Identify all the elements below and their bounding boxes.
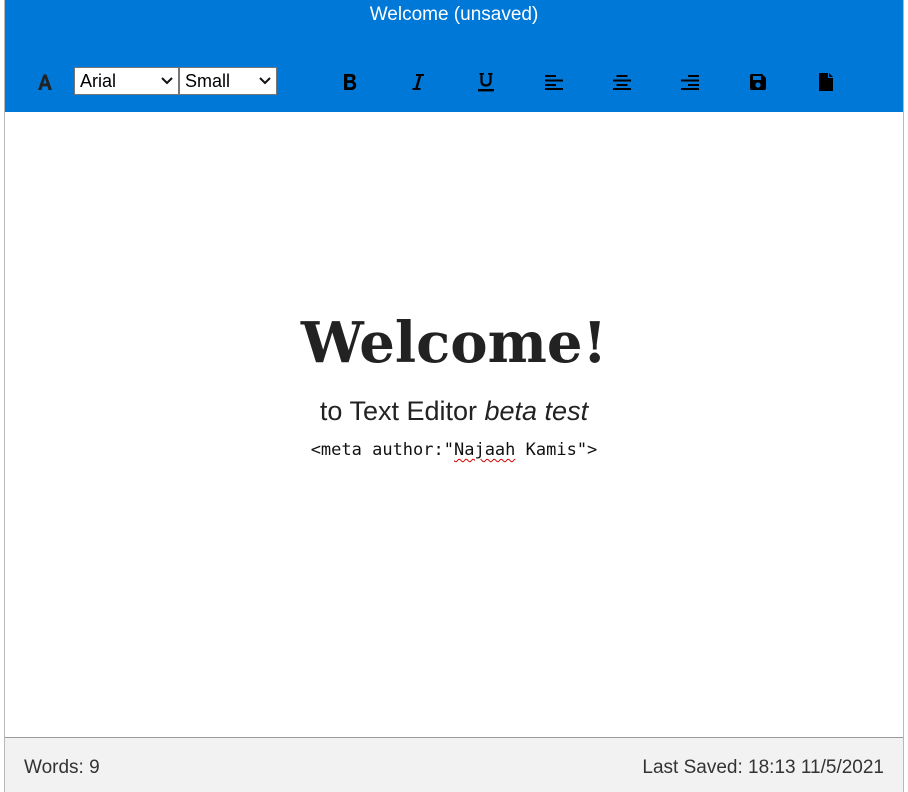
font-color-icon[interactable] xyxy=(30,66,60,98)
subtitle-text: to Text Editor xyxy=(319,396,485,426)
italic-icon xyxy=(412,74,424,90)
chevron-down-icon xyxy=(161,77,173,85)
formatting-toolbar: Arial Small xyxy=(5,66,903,98)
align-center-button[interactable] xyxy=(607,66,637,98)
document-subtitle: to Text Editor beta test xyxy=(5,394,903,428)
font-size-select[interactable]: Small xyxy=(179,67,277,95)
save-icon xyxy=(750,74,766,90)
bold-button[interactable] xyxy=(335,66,365,98)
new-file-button[interactable] xyxy=(811,66,841,98)
word-count: Words: 9 xyxy=(24,757,100,778)
editor-window: Welcome (unsaved) Arial Small Welcome! t… xyxy=(4,0,904,792)
align-center-icon xyxy=(613,75,631,90)
underline-button[interactable] xyxy=(471,66,501,98)
font-family-value: Arial xyxy=(80,71,117,91)
document-meta-line: <meta author:"Najaah Kamis"> xyxy=(5,438,903,462)
subtitle-italic-text: beta test xyxy=(484,396,589,426)
underline-icon xyxy=(478,73,494,92)
window-title: Welcome (unsaved) xyxy=(369,4,539,25)
chevron-down-icon xyxy=(259,77,271,85)
file-icon xyxy=(819,73,833,91)
font-size-value: Small xyxy=(185,71,231,91)
italic-button[interactable] xyxy=(403,66,433,98)
meta-prefix: <meta author:" xyxy=(310,440,454,460)
align-right-button[interactable] xyxy=(675,66,705,98)
document-editor[interactable]: Welcome! to Text Editor beta test <meta … xyxy=(5,112,903,737)
bold-icon xyxy=(344,74,357,90)
font-family-select[interactable]: Arial xyxy=(74,67,179,95)
align-left-button[interactable] xyxy=(539,66,569,98)
align-right-icon xyxy=(681,75,699,90)
status-bar: Words: 9 Last Saved: 18:13 11/5/2021 xyxy=(5,737,903,792)
save-button[interactable] xyxy=(743,66,773,98)
last-saved-status: Last Saved: 18:13 11/5/2021 xyxy=(642,757,884,778)
document-heading: Welcome! xyxy=(300,310,608,376)
spellcheck-flagged-word: Najaah xyxy=(453,440,516,460)
app-header: Welcome (unsaved) Arial Small xyxy=(5,0,903,112)
meta-suffix: Kamis"> xyxy=(515,440,598,460)
align-left-icon xyxy=(545,75,563,90)
